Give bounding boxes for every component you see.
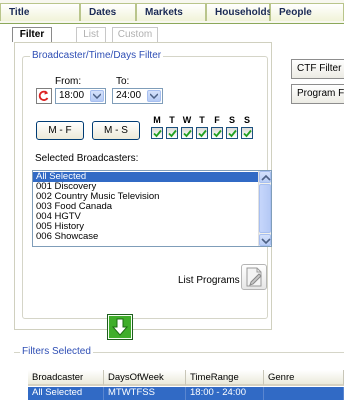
to-time-value: 24:00 [116, 90, 142, 101]
checkmark-icon [168, 129, 177, 138]
to-label: To: [116, 76, 130, 87]
broadcaster-list-item[interactable]: 006 Showcase [33, 232, 258, 242]
scroll-thumb[interactable] [259, 184, 271, 233]
add-filter-button[interactable] [107, 314, 133, 340]
column-header-genre[interactable]: Genre [264, 370, 344, 386]
column-header-broadcaster[interactable]: Broadcaster [28, 370, 104, 386]
day-letter: W [182, 115, 192, 125]
from-time-value: 18:00 [59, 90, 85, 101]
cell-genre[interactable] [264, 387, 344, 400]
day-checkbox[interactable] [151, 127, 163, 139]
cell-timerange[interactable]: 18:00 - 24:00 [186, 387, 264, 400]
column-header-timerange[interactable]: TimeRange [186, 370, 264, 386]
weekdays-button[interactable]: M - F [36, 121, 84, 140]
tab-dates[interactable]: Dates [80, 3, 136, 21]
scroll-up-icon[interactable] [259, 171, 271, 183]
tab-households[interactable]: Households [206, 3, 272, 21]
checkmark-icon [228, 129, 237, 138]
chevron-down-icon[interactable] [90, 90, 104, 102]
tab-markets[interactable]: Markets [136, 3, 206, 21]
day-checkbox[interactable] [196, 127, 208, 139]
checkmark-icon [243, 129, 252, 138]
broadcasters-listbox[interactable]: All Selected 001 Discovery 002 Country Mus… [32, 170, 272, 247]
column-header-daysofweek[interactable]: DaysOfWeek [104, 370, 186, 386]
day-checkbox[interactable] [166, 127, 178, 139]
tab-people[interactable]: People [270, 3, 344, 21]
day-letter: T [169, 115, 175, 125]
day-letter: F [214, 115, 220, 125]
checkmark-icon [213, 129, 222, 138]
checkmark-icon [153, 129, 162, 138]
subtab-filter[interactable]: Filter [12, 27, 52, 42]
day-checkbox[interactable] [211, 127, 223, 139]
day-letter: S [243, 115, 250, 125]
from-time-select[interactable]: 18:00 [55, 88, 106, 104]
filters-selected-title: Filters Selected [20, 346, 93, 357]
selected-broadcasters-label: Selected Broadcasters: [35, 153, 139, 164]
cell-daysofweek[interactable]: MTWTFSS [104, 387, 186, 400]
day-checkbox[interactable] [226, 127, 238, 139]
ctf-filter-button[interactable]: CTF Filter [291, 59, 344, 79]
from-label: From: [55, 76, 82, 87]
broadcasters-scrollbar[interactable] [258, 171, 271, 246]
day-letter: M [153, 115, 161, 125]
green-down-arrow-icon [109, 316, 131, 338]
checkmark-icon [198, 129, 207, 138]
document-icon [246, 267, 262, 287]
main-panel: Filter List Custom Broadcaster/Time/Days… [0, 24, 344, 342]
program-filter-button[interactable]: Program F [291, 84, 344, 104]
checkmark-icon [183, 129, 192, 138]
top-tab-strip: Title Dates Markets Households People [0, 0, 344, 24]
scroll-down-icon[interactable] [259, 234, 271, 246]
reset-icon[interactable] [36, 88, 52, 104]
subtab-list[interactable]: List [76, 27, 106, 42]
all-days-button[interactable]: M - S [92, 121, 140, 140]
day-letter: S [228, 115, 235, 125]
subtab-custom[interactable]: Custom [112, 27, 158, 42]
list-programs-button[interactable] [241, 264, 267, 290]
filters-selected-section: Filters Selected Broadcaster DaysOfWeek … [0, 342, 344, 411]
list-programs-label: List Programs [178, 275, 240, 286]
day-letter: T [199, 115, 205, 125]
to-time-select[interactable]: 24:00 [112, 88, 163, 104]
day-checkbox[interactable] [181, 127, 193, 139]
group-title: Broadcaster/Time/Days Filter [30, 50, 164, 61]
day-checkbox[interactable] [241, 127, 253, 139]
tab-title[interactable]: Title [0, 3, 80, 21]
cell-broadcaster[interactable]: All Selected [28, 387, 104, 400]
chevron-down-icon[interactable] [147, 90, 161, 102]
